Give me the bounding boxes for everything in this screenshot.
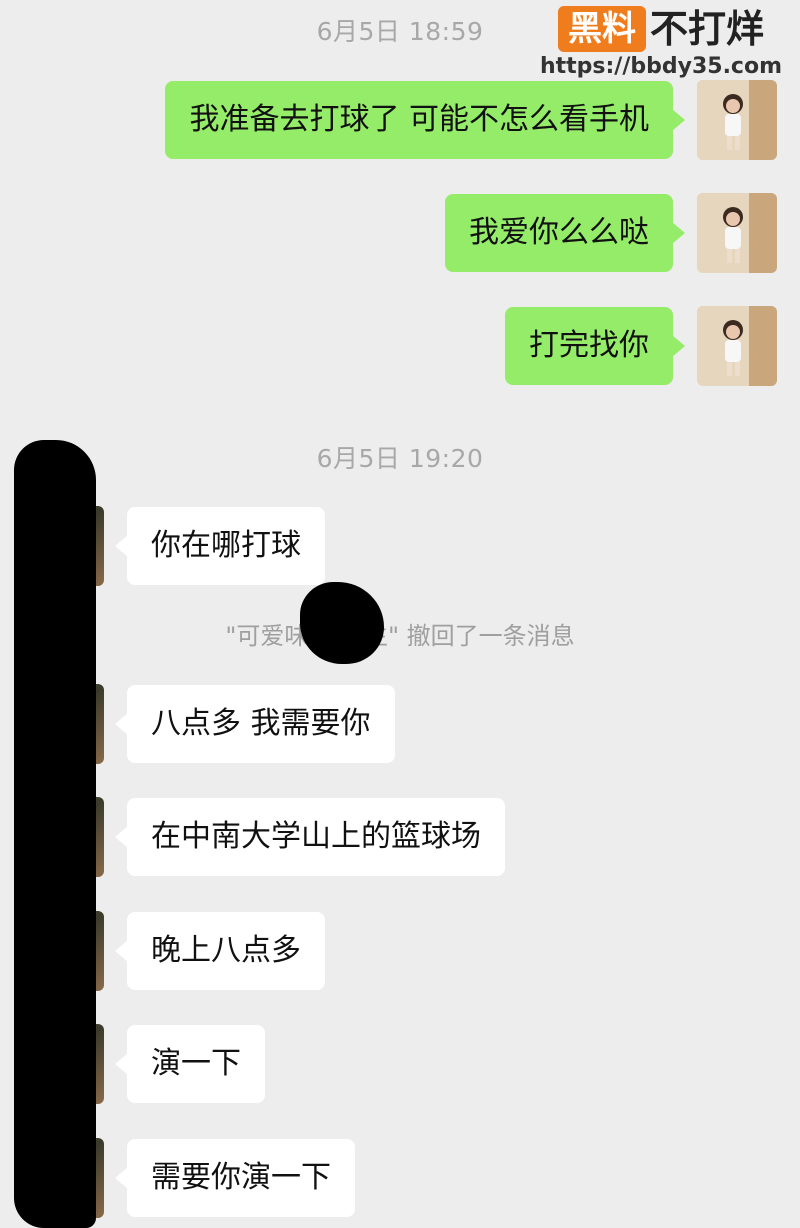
message-bubble-sent[interactable]: 打完找你 [505,307,685,385]
redaction-mark [14,440,96,1228]
message-bubble-received[interactable]: 演一下 [115,1025,265,1103]
watermark-url: https://bbdy35.com [539,54,783,79]
message-bubble-received[interactable]: 八点多 我需要你 [115,685,395,763]
message-bubble-sent[interactable]: 我准备去打球了 可能不怎么看手机 [165,81,685,159]
redaction-mark [300,582,384,664]
avatar[interactable] [697,193,777,273]
message-bubble-received[interactable]: 需要你演一下 [115,1139,355,1217]
message-bubble-received[interactable]: 你在哪打球 [115,507,325,585]
message-bubble-received[interactable]: 在中南大学山上的篮球场 [115,798,505,876]
avatar[interactable] [697,306,777,386]
recall-notice: "可爱味的 先生" 撤回了一条消息 [225,622,575,650]
chat-view: 黑料 不打烊 https://bbdy35.com 6月5日 18:59 我准备… [0,0,800,1228]
timestamp: 6月5日 19:20 [316,444,484,473]
timestamp: 6月5日 18:59 [316,17,484,46]
message-bubble-received[interactable]: 晚上八点多 [115,912,325,990]
avatar[interactable] [697,80,777,160]
message-bubble-sent[interactable]: 我爱你么么哒 [445,194,685,272]
